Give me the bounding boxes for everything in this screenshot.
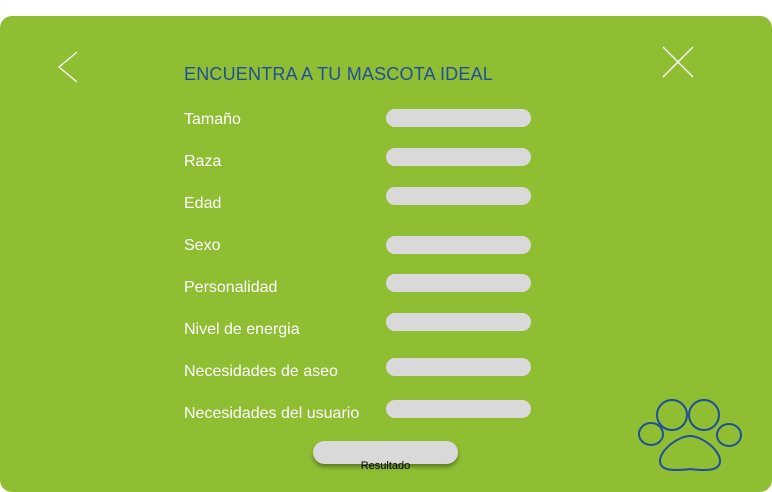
label-sexo: Sexo [184,237,221,254]
sexo-field[interactable] [386,236,531,254]
tamano-field[interactable] [386,109,531,127]
close-button[interactable] [661,45,695,79]
back-button[interactable] [56,50,80,84]
personalidad-field[interactable] [386,274,531,292]
label-tamano: Tamaño [184,111,241,128]
necesidades-usuario-field[interactable] [386,400,531,418]
label-personalidad: Personalidad [184,279,278,296]
close-icon [662,46,694,78]
chevron-left-icon [57,51,78,83]
label-necesidades-usuario: Necesidades del usuario [184,405,360,422]
label-nivel-energia: Nivel de energia [184,321,300,338]
paw-print-icon [636,398,744,474]
label-necesidades-aseo: Necesidades de aseo [184,363,338,380]
label-edad: Edad [184,195,222,212]
nivel-energia-field[interactable] [386,313,531,331]
page-title: ENCUENTRA A TU MASCOTA IDEAL [184,64,494,84]
result-button[interactable]: Resultado [313,441,458,472]
result-button-label: Resultado [360,460,411,472]
label-raza: Raza [184,153,222,170]
necesidades-aseo-field[interactable] [386,358,531,376]
edad-field[interactable] [386,187,531,205]
raza-field[interactable] [386,148,531,166]
